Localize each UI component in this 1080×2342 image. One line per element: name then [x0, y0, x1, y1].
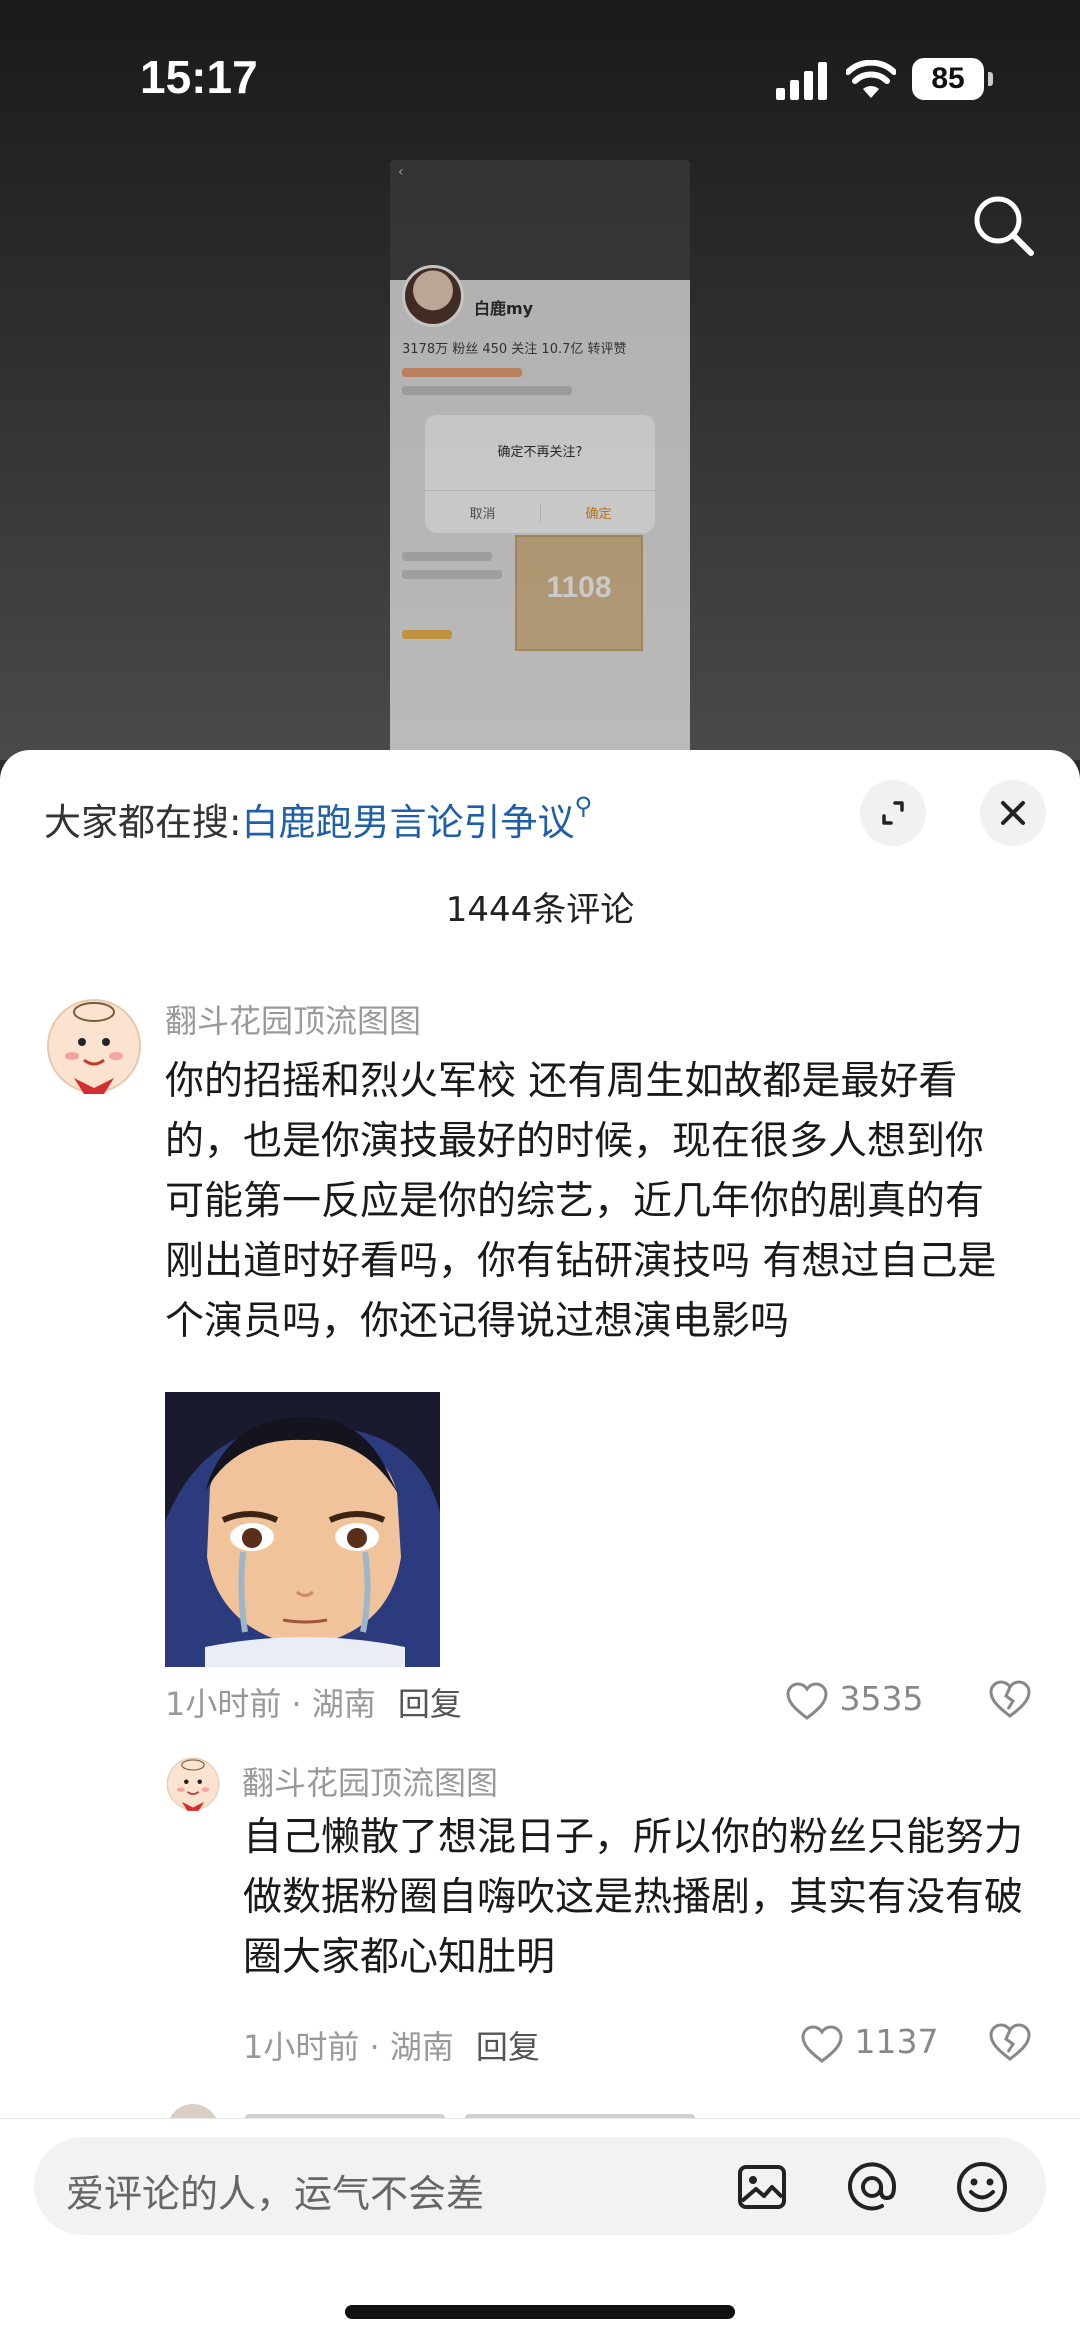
emoji-icon[interactable] [952, 2157, 1012, 2217]
comment-text: 你的招摇和烈火军校 还有周生如故都是最好看的，也是你演技最好的时候，现在很多人想… [165, 1059, 997, 1344]
at-icon[interactable] [842, 2157, 902, 2217]
preview-dialog-title: 确定不再关注? [497, 445, 583, 460]
battery-icon: 85 [912, 58, 993, 100]
preview-line [402, 630, 452, 639]
comment-time-location: 1小时前 · 湖南 [165, 1685, 376, 1723]
trending-search[interactable]: 大家都在搜:白鹿跑男言论引争议⚲ [44, 792, 592, 846]
video-preview-card[interactable]: ‹ 白鹿my 3178万 粉丝 450 关注 10.7亿 转评赞 确定不再关注?… [390, 160, 690, 760]
reply-button[interactable]: 回复 [476, 2028, 540, 2066]
expand-icon[interactable] [860, 780, 926, 846]
preview-dialog-buttons: 取消 确定 [425, 490, 655, 533]
signal-icon [776, 62, 827, 100]
search-icon[interactable] [968, 190, 1038, 260]
comment-input-placeholder: 爱评论的人，运气不会差 [66, 2172, 485, 2216]
preview-cancel-button: 取消 [469, 507, 496, 522]
preview-dialog: 确定不再关注? 取消 确定 [425, 415, 655, 533]
trending-search-icon: ⚲ [574, 792, 593, 820]
preview-ticket-number: 1108 [546, 571, 612, 604]
preview-line [402, 368, 522, 377]
like-button[interactable]: 1137 [800, 2022, 938, 2064]
preview-username: 白鹿my [474, 299, 534, 318]
preview-avatar [402, 265, 464, 327]
avatar[interactable] [44, 996, 144, 1096]
preview-line [402, 570, 502, 579]
comment-count: 1444条评论 [445, 890, 635, 930]
reply-username[interactable]: 翻斗花园顶流图图 [242, 1758, 498, 1804]
preview-ticket: 1108 [515, 535, 643, 651]
reply-meta: 1小时前 · 湖南 回复 [243, 2022, 540, 2068]
preview-line [402, 552, 492, 561]
comment-input-bar: 爱评论的人，运气不会差 [0, 2118, 1080, 2342]
close-icon[interactable] [980, 780, 1046, 846]
comment-image[interactable] [165, 1392, 440, 1667]
like-button[interactable]: 3535 [785, 1679, 923, 1721]
preview-topbar: ‹ [398, 164, 404, 180]
home-indicator [345, 2305, 735, 2319]
preview-confirm-button: 确定 [540, 503, 656, 522]
broken-heart-icon[interactable] [988, 1679, 1032, 1719]
reply-button[interactable]: 回复 [398, 1685, 462, 1723]
preview-line [402, 386, 572, 395]
trending-prefix: 大家都在搜: [44, 801, 242, 844]
wifi-icon [846, 60, 896, 98]
trending-topic-link[interactable]: 白鹿跑男言论引争议 [241, 801, 574, 844]
reply-time-location: 1小时前 · 湖南 [243, 2028, 454, 2066]
preview-cover: ‹ [390, 160, 690, 280]
heart-icon [801, 2024, 843, 2063]
status-bar: 15:17 85 [0, 0, 1080, 160]
broken-heart-icon[interactable] [988, 2022, 1032, 2062]
avatar[interactable] [165, 1756, 221, 1812]
like-count: 3535 [839, 1679, 924, 1718]
status-time: 15:17 [140, 51, 258, 103]
preview-stats: 3178万 粉丝 450 关注 10.7亿 转评赞 [402, 342, 627, 357]
comment-username[interactable]: 翻斗花园顶流图图 [165, 996, 421, 1042]
comment-input[interactable]: 爱评论的人，运气不会差 [34, 2137, 1046, 2235]
image-icon[interactable] [732, 2157, 792, 2217]
comment-sheet: 大家都在搜:白鹿跑男言论引争议⚲ 1444条评论 翻斗花园顶流图图 你的招摇和烈… [0, 750, 1080, 2341]
reply-text: 自己懒散了想混日子，所以你的粉丝只能努力做数据粉圈自嗨吹这是热播剧，其实有没有破… [243, 1815, 1024, 1980]
heart-icon [786, 1681, 828, 1720]
like-count: 1137 [854, 2022, 939, 2061]
comment-meta: 1小时前 · 湖南 回复 [165, 1679, 462, 1725]
